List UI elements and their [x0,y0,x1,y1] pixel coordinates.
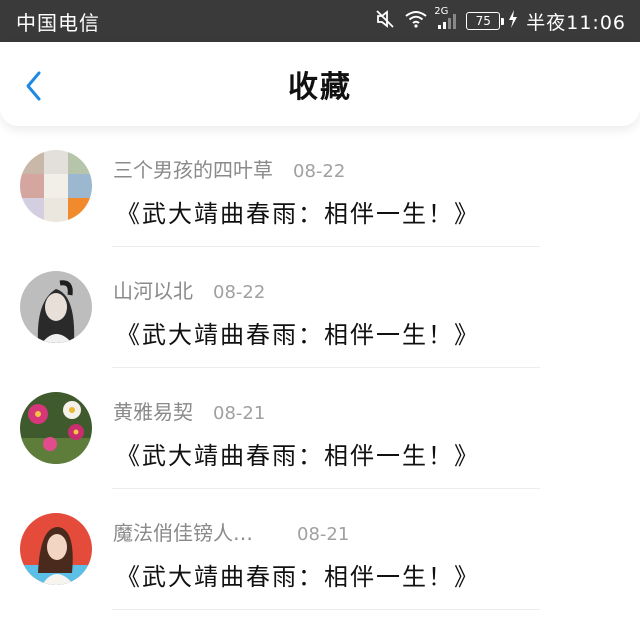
page-title: 收藏 [288,70,352,105]
status-icons: 2G 75 半夜11:06 [374,6,626,35]
item-title: 《武大靖曲春雨：相伴一生！》 [116,200,480,228]
wifi-icon [404,9,428,34]
charging-icon [508,9,518,33]
author-name: 山河以北 [113,279,193,303]
signal-icon: 2G [434,6,458,30]
item-meta: 魔法俏佳镑人… 08-21 [113,517,349,546]
list-item[interactable]: 三个男孩的四叶草 08-22 《武大靖曲春雨：相伴一生！》 [0,126,640,247]
chevron-left-icon [26,71,41,101]
list-item[interactable]: 山河以北 08-22 《武大靖曲春雨：相伴一生！》 [0,247,640,368]
item-meta: 黄雅易契 08-21 [113,396,265,425]
divider [112,609,540,610]
author-name: 三个男孩的四叶草 [113,158,273,182]
back-button[interactable] [18,70,50,102]
favorites-list: 三个男孩的四叶草 08-22 《武大靖曲春雨：相伴一生！》 山河以北 08-22… [0,126,640,610]
clock: 半夜11:06 [526,11,626,34]
battery-level: 75 [475,14,491,28]
avatar [20,150,92,222]
list-item[interactable]: 魔法俏佳镑人… 08-21 《武大靖曲春雨：相伴一生！》 [0,489,640,610]
item-title: 《武大靖曲春雨：相伴一生！》 [116,442,480,470]
author-name: 魔法俏佳镑人… [113,521,253,545]
battery-icon: 75 [466,12,505,30]
item-date: 08-22 [293,161,346,182]
author-name: 黄雅易契 [113,400,193,424]
mute-icon [374,8,396,35]
carrier-label: 中国电信 [16,10,100,35]
item-title: 《武大靖曲春雨：相伴一生！》 [116,321,480,349]
status-bar: 中国电信 2G 75 半夜11:06 [0,0,640,42]
avatar [20,513,92,585]
header: 收藏 [0,42,640,126]
item-date: 08-21 [297,524,350,545]
item-date: 08-21 [213,403,266,424]
network-label: 2G [434,6,449,17]
item-meta: 三个男孩的四叶草 08-22 [113,154,345,183]
avatar [20,392,92,464]
list-item[interactable]: 黄雅易契 08-21 《武大靖曲春雨：相伴一生！》 [0,368,640,489]
avatar [20,271,92,343]
item-title: 《武大靖曲春雨：相伴一生！》 [116,563,480,591]
item-meta: 山河以北 08-22 [113,275,265,304]
item-date: 08-22 [213,282,266,303]
